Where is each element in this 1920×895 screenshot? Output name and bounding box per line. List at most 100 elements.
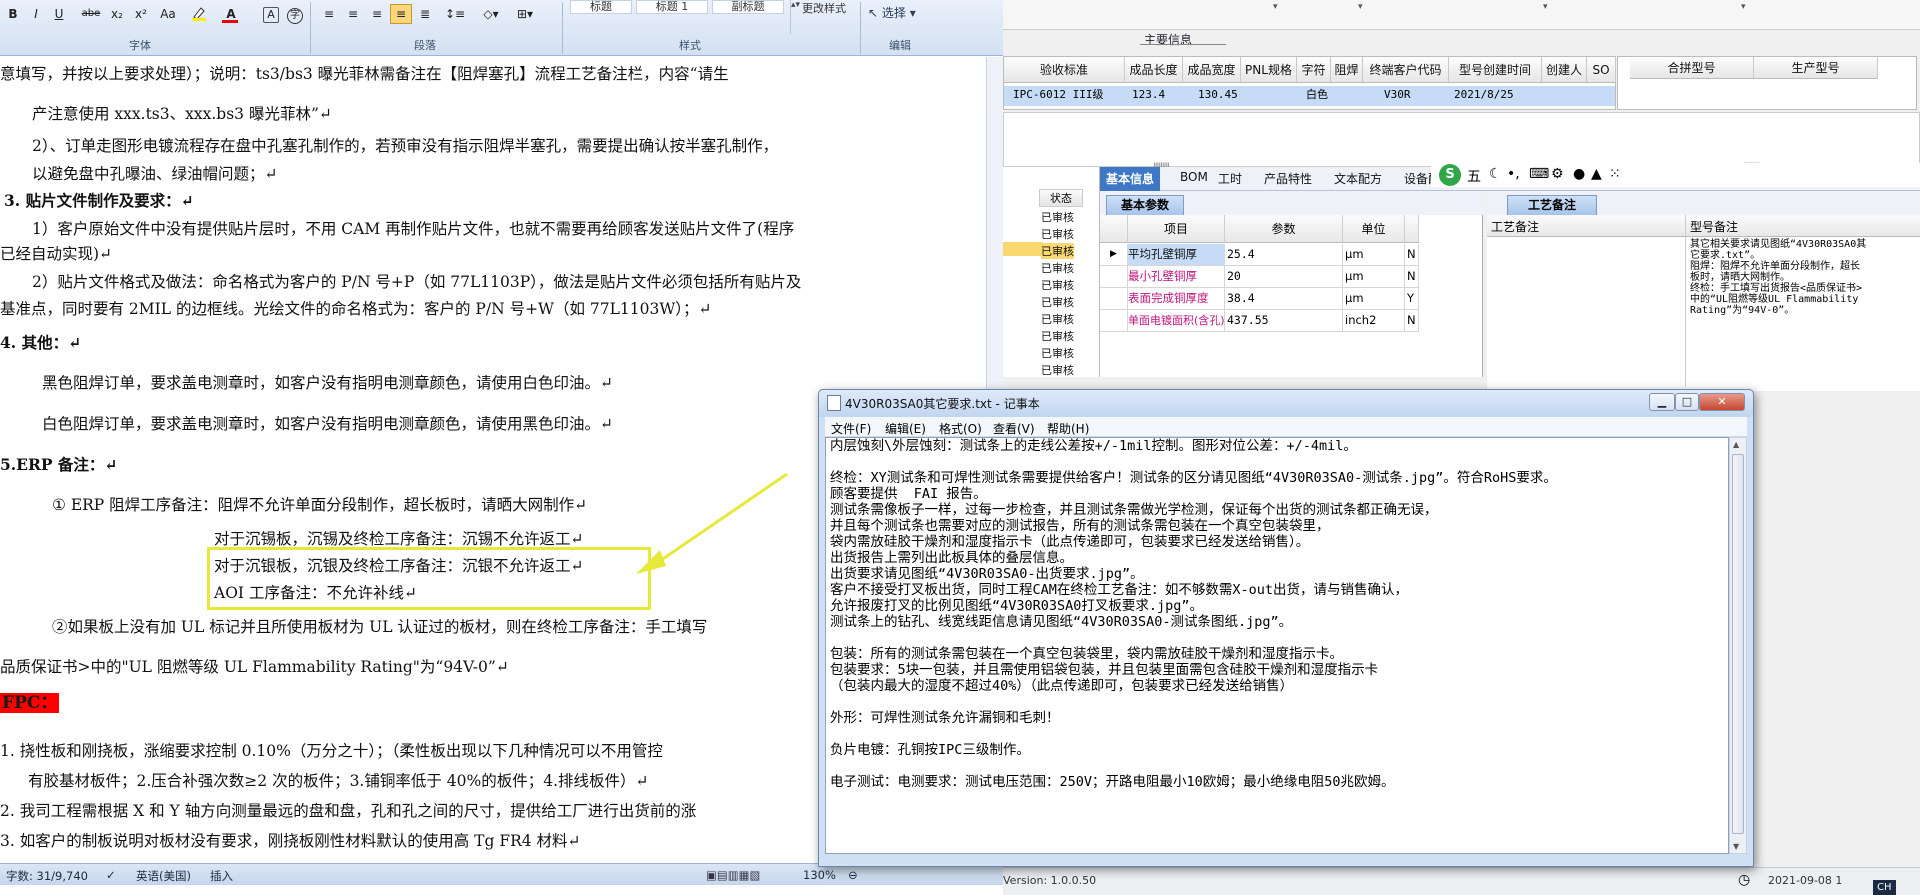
settings-icon[interactable]: ⚙ bbox=[1551, 166, 1564, 182]
tab-text-recipe[interactable]: 文本配方 bbox=[1334, 170, 1382, 187]
col-header[interactable]: 型号创建时间 bbox=[1449, 57, 1542, 83]
status-item[interactable]: 已审核 bbox=[1041, 362, 1074, 378]
tab-bom[interactable]: BOM bbox=[1180, 170, 1208, 184]
status-header[interactable]: 状态 bbox=[1039, 189, 1083, 207]
param-item[interactable]: 平均孔壁铜厚 bbox=[1128, 244, 1225, 266]
col-header[interactable]: 参数 bbox=[1225, 215, 1343, 243]
maximize-button[interactable]: □ bbox=[1675, 393, 1699, 411]
status-item[interactable]: 已审核 bbox=[1041, 260, 1074, 276]
notepad-text-area[interactable]: 内层蚀刻\外层蚀刻：测试条上的走线公差按+/-1mil控制。图形对位公差：+/-… bbox=[825, 437, 1729, 854]
col-header[interactable]: 合拼型号 bbox=[1630, 57, 1754, 79]
tab-basic-params[interactable]: 基本参数 bbox=[1106, 195, 1185, 215]
param-flag[interactable]: N bbox=[1405, 244, 1419, 266]
underline-button[interactable]: U bbox=[48, 4, 70, 24]
style-subtitle[interactable]: 副标题 bbox=[712, 0, 784, 14]
text-effect-icon[interactable]: A bbox=[260, 4, 282, 24]
insert-mode[interactable]: 插入 bbox=[210, 868, 233, 884]
zoom-out-icon[interactable]: ⊖ bbox=[848, 868, 858, 882]
col-header[interactable]: 项目 bbox=[1128, 215, 1225, 243]
param-value[interactable]: 437.55 bbox=[1225, 310, 1343, 332]
sogou-ime-icon[interactable]: S bbox=[1439, 164, 1461, 186]
apps-icon[interactable]: ⁙ bbox=[1609, 166, 1621, 182]
param-flag[interactable]: N bbox=[1405, 310, 1419, 332]
language-indicator[interactable]: 英语(美国) bbox=[136, 868, 191, 884]
status-item[interactable]: 已审核 bbox=[1041, 311, 1074, 327]
border-icon[interactable]: ⊞▾ bbox=[510, 4, 540, 24]
spellcheck-icon[interactable]: ✓ bbox=[106, 868, 116, 882]
model-note-text[interactable]: 其它相关要求请见图纸“4V30R03SA0其 它要求.txt”。 阻焊：阻焊不允… bbox=[1685, 237, 1920, 387]
align-center-icon[interactable]: ≡ bbox=[342, 4, 364, 24]
distributed-icon[interactable]: ≣ bbox=[414, 4, 436, 24]
col-header[interactable]: 字符 bbox=[1297, 57, 1331, 83]
close-button[interactable]: ✕ bbox=[1699, 393, 1745, 411]
view-layout-icon[interactable]: ▣▤▥▦▧ bbox=[706, 868, 760, 882]
strikethrough-button[interactable]: abe bbox=[78, 4, 104, 24]
dropdown-arrow-icon[interactable]: ▾ bbox=[1358, 2, 1363, 12]
col-header[interactable]: 终端客户代码 bbox=[1363, 57, 1449, 83]
dropdown-arrow-icon[interactable]: ▾ bbox=[1543, 2, 1548, 12]
change-case-button[interactable]: Aa bbox=[154, 4, 182, 24]
style-heading-1[interactable]: 标题 1 bbox=[636, 0, 708, 14]
menu-help[interactable]: 帮助(H) bbox=[1047, 420, 1089, 437]
italic-button[interactable]: I bbox=[25, 4, 47, 24]
col-header[interactable]: SO bbox=[1587, 57, 1616, 83]
status-item[interactable]: 已审核 bbox=[1041, 209, 1074, 225]
bold-button[interactable]: B bbox=[2, 4, 24, 24]
superscript-button[interactable]: x² bbox=[130, 4, 152, 24]
change-styles-button[interactable]: 更改样式 bbox=[802, 0, 846, 16]
align-left-icon[interactable]: ≡ bbox=[318, 4, 340, 24]
line-spacing-icon[interactable]: ↕≡ bbox=[440, 4, 470, 24]
param-value[interactable]: 20 bbox=[1225, 266, 1343, 288]
dropdown-arrow-icon[interactable]: ▾ bbox=[1741, 2, 1746, 12]
col-header[interactable] bbox=[1405, 215, 1419, 243]
scroll-up-icon[interactable]: ▲ bbox=[1733, 440, 1739, 449]
shading-icon[interactable]: ◇▾ bbox=[476, 4, 506, 24]
param-unit[interactable]: μm bbox=[1343, 266, 1405, 288]
align-right-icon[interactable]: ≡ bbox=[366, 4, 388, 24]
param-unit[interactable]: μm bbox=[1343, 244, 1405, 266]
style-heading[interactable]: 标题 bbox=[570, 0, 632, 14]
col-header[interactable]: 验收标准 bbox=[1004, 57, 1125, 83]
param-unit[interactable]: inch2 bbox=[1343, 310, 1405, 332]
select-button[interactable]: ↖ 选择 ▾ bbox=[868, 4, 916, 21]
user-icon[interactable]: ● bbox=[1573, 166, 1585, 182]
shirt-icon[interactable]: ▲ bbox=[1591, 166, 1602, 182]
table-row[interactable]: IPC-6012 III级 123.4 130.45 白色 V30R 2021/… bbox=[1004, 86, 1615, 106]
notepad-vertical-scrollbar[interactable]: ▲ ▼ bbox=[1729, 437, 1747, 854]
param-flag[interactable]: N bbox=[1405, 266, 1419, 288]
col-header[interactable]: 阻焊 bbox=[1331, 57, 1363, 83]
minimize-button[interactable]: ▁ bbox=[1649, 393, 1675, 411]
param-value[interactable]: 38.4 bbox=[1225, 288, 1343, 310]
status-item[interactable]: 已审核 bbox=[1041, 328, 1074, 344]
subscript-button[interactable]: x₂ bbox=[106, 4, 128, 24]
col-header[interactable]: 单位 bbox=[1343, 215, 1405, 243]
status-item[interactable]: 已审核 bbox=[1041, 345, 1074, 361]
dropdown-arrow-icon[interactable]: ▾ bbox=[1273, 2, 1278, 12]
param-item[interactable]: 单面电镀面积(含孔) bbox=[1128, 310, 1225, 332]
notepad-titlebar[interactable]: 4V30R03SA0其它要求.txt - 记事本 ▁ □ ✕ bbox=[819, 390, 1753, 417]
col-header[interactable]: PNL规格 bbox=[1241, 57, 1297, 83]
punctuation-icon[interactable]: •, bbox=[1507, 166, 1520, 182]
menu-format[interactable]: 格式(O) bbox=[939, 420, 982, 437]
scroll-down-icon[interactable]: ▼ bbox=[1733, 842, 1739, 851]
menu-edit[interactable]: 编辑(E) bbox=[885, 420, 926, 437]
tab-product-features[interactable]: 产品特性 bbox=[1264, 170, 1312, 187]
highlight-icon[interactable] bbox=[186, 4, 212, 24]
word-count[interactable]: 字数: 31/9,740 bbox=[6, 868, 88, 884]
status-item[interactable]: 已审核 bbox=[1041, 294, 1074, 310]
scroll-thumb[interactable] bbox=[1732, 454, 1744, 834]
lang-indicator[interactable]: CH bbox=[1873, 880, 1896, 895]
moon-icon[interactable]: ☾ bbox=[1489, 166, 1502, 182]
enclose-char-icon[interactable]: 字 bbox=[284, 4, 306, 24]
param-item[interactable]: 最小孔壁铜厚 bbox=[1128, 266, 1225, 288]
styles-scroll-icon[interactable]: ▴▾ bbox=[790, 0, 802, 34]
tab-work-hours[interactable]: 工时 bbox=[1218, 170, 1242, 187]
param-unit[interactable]: μm bbox=[1343, 288, 1405, 310]
col-header[interactable]: 成品宽度 bbox=[1183, 57, 1241, 83]
col-header[interactable]: 创建人 bbox=[1542, 57, 1587, 83]
col-header[interactable]: 成品长度 bbox=[1125, 57, 1183, 83]
status-item[interactable]: 已审核 bbox=[1041, 277, 1074, 293]
zoom-level[interactable]: 130% bbox=[803, 868, 836, 882]
font-color-icon[interactable]: A bbox=[218, 4, 244, 24]
col-header[interactable]: 生产型号 bbox=[1754, 57, 1878, 79]
